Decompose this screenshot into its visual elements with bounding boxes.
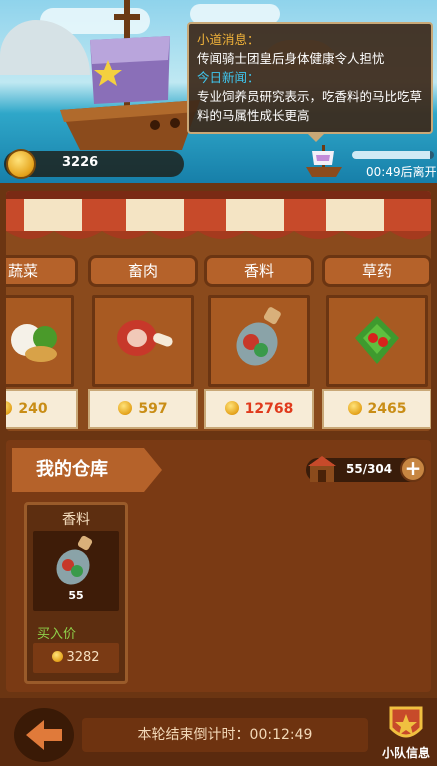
market-section: 蔬菜 240 畜肉 597 香料 12768 草药 2465 xyxy=(0,183,437,436)
shelf-vegetables[interactable]: 蔬菜 240 xyxy=(6,255,78,429)
price-value: 240 xyxy=(18,401,48,417)
team-shield-icon xyxy=(389,706,423,738)
meat-icon xyxy=(117,320,173,356)
back-arrow-icon xyxy=(26,720,62,750)
coin-icon xyxy=(224,401,239,415)
coin-icon xyxy=(52,651,64,662)
team-info-label: 小队信息 xyxy=(381,746,430,760)
price-value: 2465 xyxy=(367,401,407,417)
item-slot: 55 xyxy=(33,531,119,611)
harbor-scene: 3226 小道消息： 传闻骑士团皇后身体健康令人担忧 今日新闻： 专业饲养员研究… xyxy=(0,0,437,183)
herb-icon xyxy=(355,316,399,364)
vegetable-icon xyxy=(11,324,57,362)
price-tag: 12768 xyxy=(204,389,314,429)
round-countdown-bar: 本轮结束倒计时：00:12:49 xyxy=(82,718,368,752)
bottom-bar: 本轮结束倒计时：00:12:49 小队信息 xyxy=(0,698,437,766)
warehouse-capacity: 55/304 + xyxy=(306,456,426,482)
news-pointer xyxy=(307,133,325,142)
price-tag: 597 xyxy=(88,389,198,429)
ship-icon xyxy=(60,0,200,150)
gossip-text: 传闻骑士团皇后身体健康令人担忧 xyxy=(197,51,385,66)
market-frame: 蔬菜 240 畜肉 597 香料 12768 草药 2465 xyxy=(6,191,431,431)
coin-icon xyxy=(6,401,13,415)
shelf-display xyxy=(326,295,428,387)
buy-price-label: 买入价 xyxy=(37,627,77,642)
expand-capacity-button[interactable]: + xyxy=(400,456,426,482)
coin-icon xyxy=(347,401,362,415)
price-value: 12768 xyxy=(244,401,294,417)
spice-bottle-icon xyxy=(236,307,281,366)
shelf-meat[interactable]: 畜肉 597 xyxy=(88,255,198,429)
departure-countdown: 00:49后离开 xyxy=(366,165,437,179)
item-count: 55 xyxy=(68,589,84,602)
price-tag: 240 xyxy=(6,389,78,429)
gossip-heading: 小道消息： xyxy=(197,32,260,47)
shelf-spice[interactable]: 香料 12768 xyxy=(204,255,314,429)
price-tag: 2465 xyxy=(322,389,431,429)
storage-icon xyxy=(308,456,336,482)
voyage-progress-fill xyxy=(352,151,430,159)
item-name: 香料 xyxy=(62,512,90,528)
news-panel: 小道消息： 传闻骑士团皇后身体健康令人担忧 今日新闻： 专业饲养员研究表示，吃香… xyxy=(187,22,433,134)
warehouse-section: 我的仓库 55/304 + 香料 55 买入价 3282 xyxy=(0,436,437,698)
voyage-progress-bar xyxy=(352,151,434,159)
shelf-herb[interactable]: 草药 2465 xyxy=(322,255,431,429)
mini-ship-icon xyxy=(306,145,342,177)
coin-icon xyxy=(118,401,133,415)
shelf-label: 草药 xyxy=(322,255,431,287)
team-info-button[interactable]: 小队信息 xyxy=(375,702,437,764)
buy-price-value: 3282 xyxy=(66,650,100,665)
daily-news-heading: 今日新闻： xyxy=(197,70,260,85)
shelf-label: 香料 xyxy=(204,255,314,287)
shelf-display xyxy=(6,295,74,387)
price-value: 597 xyxy=(138,401,168,417)
coin-balance: 3226 xyxy=(4,149,184,179)
warehouse-panel: 我的仓库 55/304 + 香料 55 买入价 3282 xyxy=(6,440,431,692)
shelf-label: 蔬菜 xyxy=(6,255,78,287)
spice-bottle-icon xyxy=(56,535,93,585)
back-button[interactable] xyxy=(14,708,74,762)
daily-news-text: 专业饲养员研究表示，吃香料的马比吃草料的马属性成长更高 xyxy=(197,89,423,123)
warehouse-item-spice[interactable]: 香料 55 买入价 3282 xyxy=(24,502,128,684)
awning xyxy=(6,191,431,240)
warehouse-title: 我的仓库 xyxy=(12,448,162,492)
shelf-display xyxy=(208,295,310,387)
shelf-display xyxy=(92,295,194,387)
round-countdown: 本轮结束倒计时：00:12:49 xyxy=(137,727,313,743)
coin-total: 3226 xyxy=(62,155,99,170)
buy-price: 3282 xyxy=(33,643,119,673)
gold-coin-icon xyxy=(6,149,36,179)
shelf-label: 畜肉 xyxy=(88,255,198,287)
capacity-value: 55/304 xyxy=(346,462,393,476)
